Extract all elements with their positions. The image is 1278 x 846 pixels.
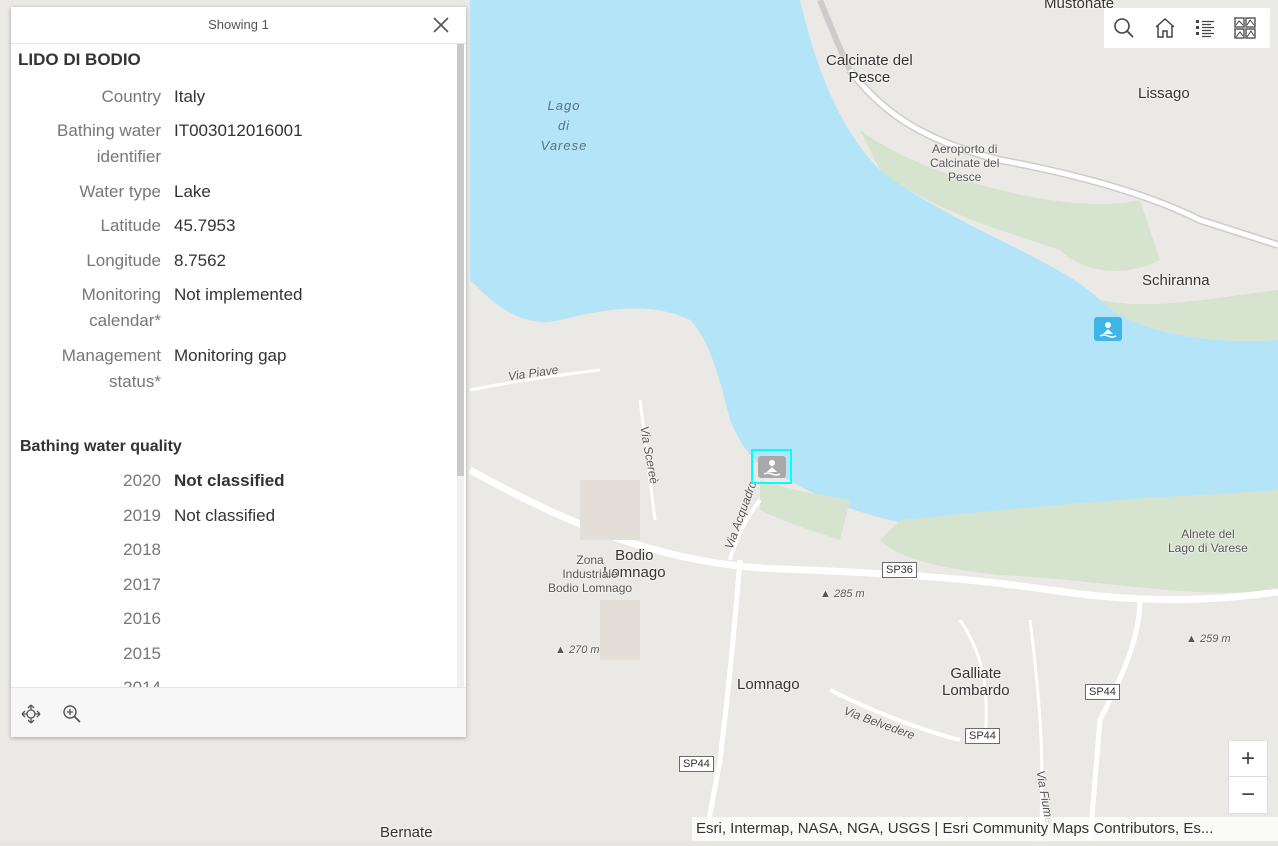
attribute-value: Italy	[174, 87, 206, 106]
close-button[interactable]	[430, 14, 452, 36]
place-calcinate: Calcinate del Pesce	[826, 52, 913, 86]
quality-year: 2015	[123, 644, 161, 663]
attribute-label: Management status*	[61, 346, 161, 391]
place-alnete: Alnete del Lago di Varese	[1168, 527, 1248, 555]
zoom-control: + −	[1228, 740, 1268, 814]
quality-year: 2016	[123, 609, 161, 628]
home-button[interactable]	[1153, 16, 1177, 40]
place-galliate: Galliate Lombardo	[942, 665, 1010, 699]
feature-title: LIDO DI BODIO	[18, 50, 141, 69]
place-lomnago: Lomnago	[737, 676, 800, 693]
popup-scrollbar[interactable]	[457, 44, 464, 688]
bathing-site-marker[interactable]	[1094, 317, 1122, 341]
swimmer-icon	[763, 460, 781, 476]
attribute-value: 45.7953	[174, 216, 236, 235]
legend-button[interactable]	[1193, 16, 1217, 40]
pan-icon	[21, 704, 41, 724]
attribute-label: Water type	[79, 182, 161, 201]
zoom-out-button[interactable]: −	[1229, 777, 1267, 812]
zoom-to-button[interactable]	[62, 704, 82, 724]
search-icon	[1114, 18, 1134, 38]
elevation-label: ▲ 259 m	[1186, 633, 1231, 645]
quality-value: Not classified	[174, 506, 276, 525]
attribute-label: Latitude	[100, 216, 162, 235]
search-button[interactable]	[1112, 16, 1136, 40]
quality-value: Not classified	[174, 471, 285, 490]
quality-year: 2017	[123, 575, 161, 594]
pan-button[interactable]	[21, 704, 41, 724]
zoom-in-button[interactable]: +	[1229, 741, 1267, 777]
popup-footer	[11, 687, 466, 737]
attribute-value: IT003012016001	[174, 121, 303, 140]
popup-content[interactable]: LIDO DI BODIO Country Italy Bathing wate…	[11, 44, 457, 688]
legend-icon	[1196, 20, 1214, 38]
road-shield-sp44: SP44	[1085, 684, 1120, 700]
place-zona-industriale: Zona Industriale Bodio Lomnago	[548, 553, 633, 595]
quality-year: 2020	[123, 471, 161, 490]
road-shield-sp44: SP44	[679, 756, 714, 772]
close-icon	[433, 17, 449, 33]
attribute-label: Longitude	[86, 251, 161, 270]
feature-popup: Showing 1 LIDO DI BODIO Country Italy Ba…	[11, 7, 466, 737]
scrollbar-thumb[interactable]	[457, 44, 464, 476]
road-shield-sp36: SP36	[882, 562, 917, 578]
lake-label: Lago di Varese	[540, 98, 588, 153]
home-icon	[1155, 17, 1175, 38]
elevation-label: ▲ 270 m	[555, 644, 600, 656]
section-heading: Bathing water quality	[20, 438, 182, 455]
zoom-to-icon	[63, 705, 81, 723]
attribute-label: Bathing water identifier	[57, 121, 161, 166]
selected-feature-highlight[interactable]	[751, 449, 792, 484]
attribute-label: Monitoring calendar*	[81, 285, 161, 330]
attribute-value: Lake	[174, 182, 211, 201]
place-lissago: Lissago	[1138, 85, 1190, 102]
basemap-gallery-button[interactable]	[1233, 16, 1257, 40]
popup-header: Showing 1	[11, 7, 466, 44]
swimmer-icon	[1099, 322, 1117, 338]
popup-feature-count: Showing 1	[208, 17, 269, 32]
elevation-label: ▲ 285 m	[820, 588, 865, 600]
place-aeroporto: Aeroporto di Calcinate del Pesce	[930, 142, 1000, 184]
road-shield-sp44: SP44	[965, 728, 1000, 744]
map-toolbar	[1104, 8, 1270, 48]
place-bernate: Bernate	[380, 824, 433, 841]
quality-year: 2018	[123, 540, 161, 559]
attribute-label: Country	[101, 87, 161, 106]
basemap-gallery-icon	[1234, 17, 1256, 39]
bathing-site-marker	[758, 456, 786, 478]
place-schiranna: Schiranna	[1142, 272, 1210, 289]
attribute-value: Monitoring gap	[174, 346, 287, 365]
quality-year: 2019	[123, 506, 161, 525]
attribute-value: Not implemented	[174, 285, 303, 304]
attribute-value: 8.7562	[174, 251, 226, 270]
map-attribution[interactable]: Esri, Intermap, NASA, NGA, USGS | Esri C…	[692, 817, 1278, 841]
